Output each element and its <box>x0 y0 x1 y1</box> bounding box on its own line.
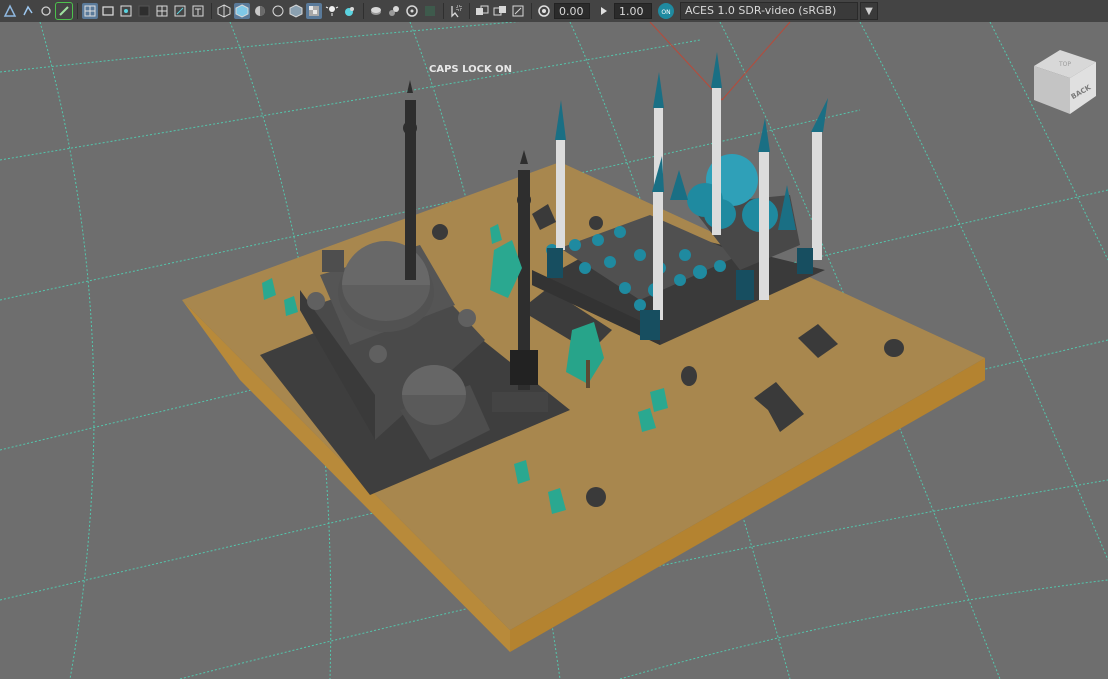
anti-alias-icon[interactable] <box>386 3 402 19</box>
gamma-icon[interactable] <box>596 3 612 19</box>
color-management-icon[interactable]: ON <box>658 3 674 19</box>
film-gate-icon[interactable] <box>100 3 116 19</box>
grid-icon[interactable] <box>82 3 98 19</box>
isolate-select-icon[interactable] <box>422 3 438 19</box>
xray-active-icon[interactable] <box>474 3 490 19</box>
xray-joints-icon[interactable] <box>448 3 464 19</box>
field-chart-icon[interactable] <box>154 3 170 19</box>
camera-fit-icon[interactable] <box>510 3 526 19</box>
gate-mask-icon[interactable] <box>136 3 152 19</box>
exposure-field[interactable]: 0.00 <box>554 3 590 19</box>
marker-icon[interactable] <box>55 2 73 20</box>
caps-lock-indicator: CAPS LOCK ON <box>429 64 513 75</box>
ambient-occlusion-icon[interactable] <box>342 3 358 19</box>
resolution-gate-icon[interactable] <box>118 3 134 19</box>
textured-icon[interactable] <box>288 3 304 19</box>
3d-viewport[interactable] <box>0 22 1108 679</box>
toolbar-separator <box>363 3 364 19</box>
colorspace-dropdown[interactable]: ACES 1.0 SDR-video (sRGB) <box>680 2 858 20</box>
paint-select-icon[interactable] <box>38 3 54 19</box>
toolbar-separator <box>531 3 532 19</box>
lasso-tool-icon[interactable] <box>20 3 36 19</box>
component-xray-icon[interactable] <box>492 3 508 19</box>
toolbar-separator <box>77 3 78 19</box>
view-cube[interactable]: TOP BACK <box>1030 44 1100 116</box>
gamma-field[interactable]: 1.00 <box>614 3 652 19</box>
maya-viewport-window: 0.00 1.00 ON ACES 1.0 SDR-video (sRGB) ▼ <box>0 0 1108 679</box>
viewport-toolbar: 0.00 1.00 ON ACES 1.0 SDR-video (sRGB) ▼ <box>0 0 1108 22</box>
toolbar-separator <box>443 3 444 19</box>
svg-text:ON: ON <box>661 9 670 16</box>
motion-blur-icon[interactable] <box>368 3 384 19</box>
viewcube-top-label: TOP <box>1058 61 1071 68</box>
select-tool-icon[interactable] <box>2 3 18 19</box>
default-material-icon[interactable] <box>252 3 268 19</box>
safe-title-icon[interactable] <box>190 3 206 19</box>
colorspace-label: ACES 1.0 SDR-video (sRGB) <box>685 4 837 17</box>
xray-icon[interactable] <box>270 3 286 19</box>
wireframe-icon[interactable] <box>216 3 232 19</box>
exposure-icon[interactable] <box>536 3 552 19</box>
toolbar-separator <box>469 3 470 19</box>
toolbar-separator <box>211 3 212 19</box>
chevron-down-icon[interactable]: ▼ <box>860 2 878 20</box>
shadows-icon[interactable] <box>324 3 340 19</box>
depth-of-field-icon[interactable] <box>404 3 420 19</box>
safe-action-icon[interactable] <box>172 3 188 19</box>
lights-icon[interactable] <box>306 3 322 19</box>
smooth-shade-icon[interactable] <box>234 3 250 19</box>
